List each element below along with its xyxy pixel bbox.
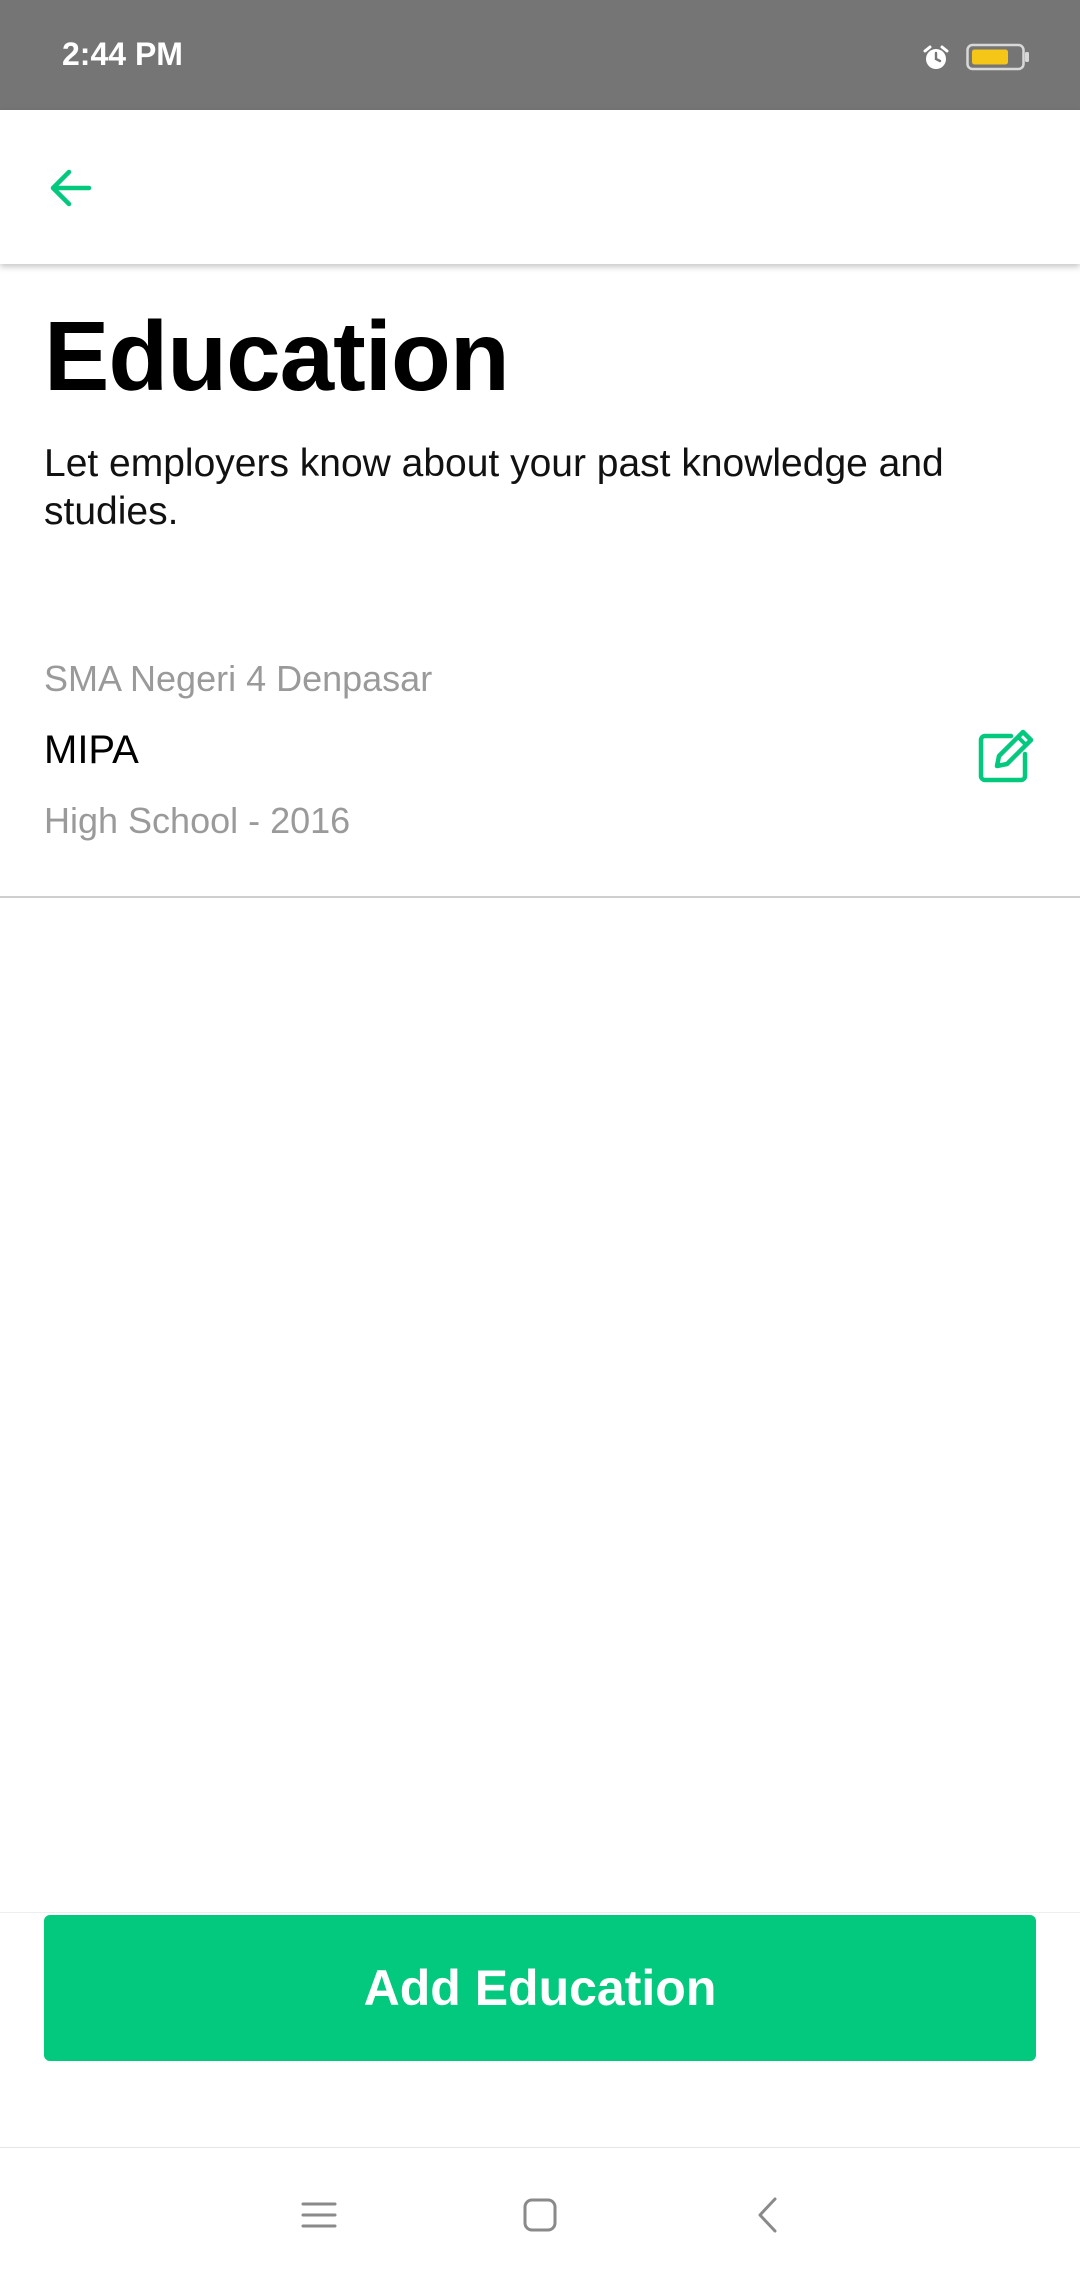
system-nav-bar — [0, 2148, 1080, 2280]
home-square-icon — [523, 2198, 557, 2232]
add-education-button[interactable]: Add Education — [44, 1915, 1036, 2061]
education-school: SMA Negeri 4 Denpasar — [44, 658, 433, 699]
edit-icon — [978, 729, 1034, 783]
nav-menu-button[interactable] — [284, 2180, 354, 2250]
education-list-item: SMA Negeri 4 Denpasar MIPA High School -… — [0, 640, 1080, 898]
arrow-left-icon — [50, 169, 92, 207]
battery-icon — [966, 43, 1029, 71]
bottom-action-area: Add Education — [0, 1912, 1080, 2148]
menu-icon — [301, 2202, 337, 2228]
status-time: 2:44 PM — [62, 36, 183, 72]
nav-back-button[interactable] — [732, 2180, 802, 2250]
alarm-icon — [923, 45, 949, 69]
education-major: MIPA — [44, 728, 139, 772]
education-level-year: High School - 2016 — [44, 800, 351, 841]
nav-home-button[interactable] — [505, 2180, 575, 2250]
status-bar: 2:44 PM — [0, 0, 1080, 110]
back-chevron-icon — [758, 2197, 777, 2233]
edit-education-button[interactable] — [972, 722, 1040, 790]
page-title: Education — [44, 301, 510, 411]
app-bar — [0, 110, 1080, 264]
back-button[interactable] — [36, 154, 104, 222]
page-subtitle: Let employers know about your past knowl… — [44, 442, 944, 533]
